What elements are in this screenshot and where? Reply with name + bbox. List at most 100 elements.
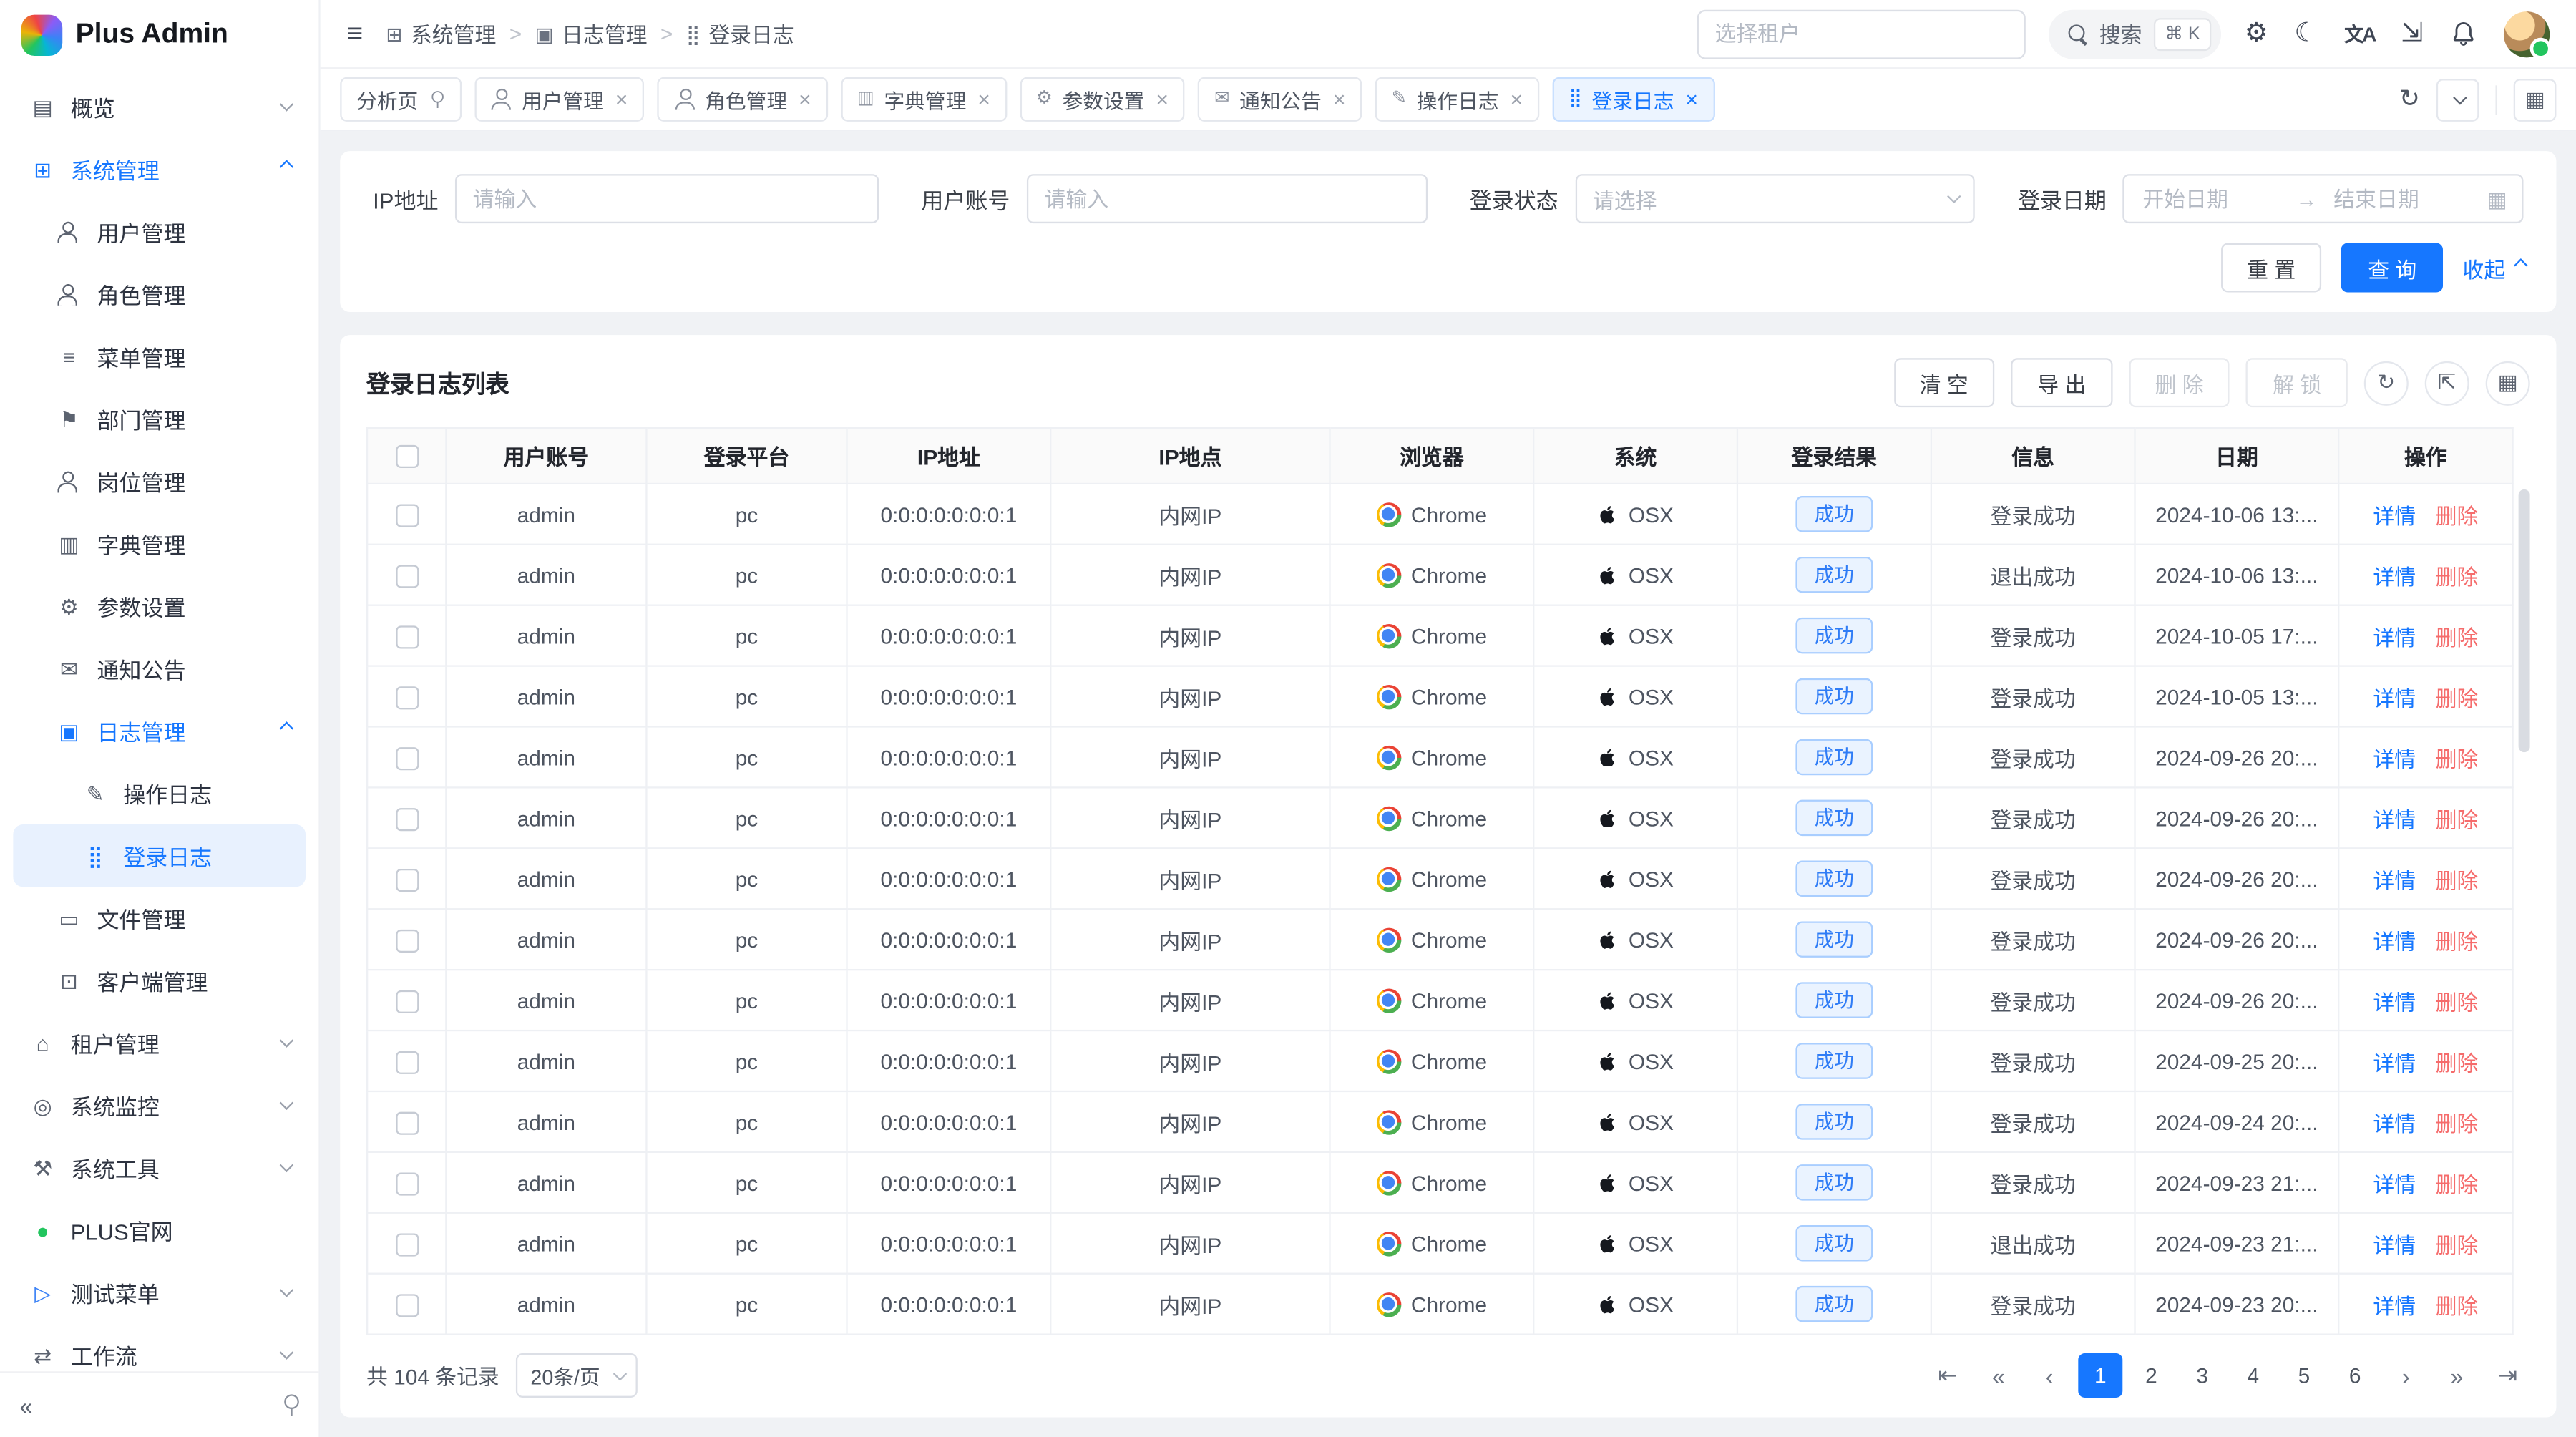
sidebar-item-post-management[interactable]: 岗位管理 — [13, 450, 306, 512]
delete-link[interactable]: 删除 — [2436, 741, 2479, 773]
row-checkbox[interactable] — [395, 1233, 418, 1256]
page-button-3[interactable]: 3 — [2180, 1353, 2225, 1398]
unlock-button[interactable]: 解 锁 — [2246, 358, 2347, 407]
first-page-button[interactable]: ⇤ — [1926, 1353, 1970, 1398]
pin-icon[interactable] — [283, 1393, 299, 1416]
sidebar-item-menu-management[interactable]: ≡ 菜单管理 — [13, 325, 306, 387]
row-checkbox[interactable] — [395, 1051, 418, 1073]
layout-toggle-button[interactable]: ▦ — [2514, 78, 2557, 121]
detail-link[interactable]: 详情 — [2373, 1167, 2416, 1199]
sidebar-item-file-management[interactable]: ▭ 文件管理 — [13, 887, 306, 949]
page-button-4[interactable]: 4 — [2231, 1353, 2275, 1398]
date-range-picker[interactable]: → ▦ — [2123, 174, 2524, 223]
tabs-dropdown-button[interactable] — [2436, 78, 2479, 121]
delete-link[interactable]: 删除 — [2436, 863, 2479, 895]
pin-icon[interactable] — [429, 90, 442, 109]
delete-link[interactable]: 删除 — [2436, 681, 2479, 712]
detail-link[interactable]: 详情 — [2373, 620, 2416, 651]
sidebar-item-user-management[interactable]: 用户管理 — [13, 200, 306, 263]
sidebar-item-tenant-management[interactable]: ⌂ 租户管理 — [13, 1012, 306, 1074]
tab-operation-log[interactable]: ✎ 操作日志 × — [1375, 77, 1539, 122]
row-checkbox[interactable] — [395, 625, 418, 648]
sidebar-item-notice[interactable]: ✉ 通知公告 — [13, 637, 306, 699]
detail-link[interactable]: 详情 — [2373, 499, 2416, 530]
column-settings-icon[interactable]: ▦ — [2486, 361, 2530, 405]
fullscreen-icon[interactable]: ⇲ — [2401, 21, 2424, 47]
reset-button[interactable]: 重 置 — [2220, 243, 2321, 293]
page-button-5[interactable]: 5 — [2282, 1353, 2326, 1398]
row-checkbox[interactable] — [395, 1111, 418, 1134]
account-input[interactable] — [1026, 174, 1427, 223]
close-icon[interactable]: × — [977, 89, 990, 110]
delete-button[interactable]: 删 除 — [2129, 358, 2230, 407]
select-all-checkbox[interactable] — [395, 446, 418, 469]
row-checkbox[interactable] — [395, 504, 418, 527]
page-size-select[interactable]: 20条/页 — [516, 1353, 638, 1398]
sidebar-item-test-menu[interactable]: ▷ 测试菜单 — [13, 1261, 306, 1323]
sidebar-item-system-management[interactable]: ⊞ 系统管理 — [13, 138, 306, 200]
page-button-1[interactable]: 1 — [2078, 1353, 2122, 1398]
delete-link[interactable]: 删除 — [2436, 1167, 2479, 1199]
tab-login-log[interactable]: ⣿ 登录日志 × — [1552, 77, 1714, 122]
delete-link[interactable]: 删除 — [2436, 802, 2479, 834]
sidebar-item-workflow[interactable]: ⇄ 工作流 — [13, 1324, 306, 1372]
dark-mode-icon[interactable]: ☾ — [2294, 21, 2318, 47]
collapse-filters-link[interactable]: 收起 — [2463, 252, 2524, 283]
sidebar-item-param-settings[interactable]: ⚙ 参数设置 — [13, 575, 306, 637]
start-date-input[interactable] — [2140, 185, 2283, 213]
delete-link[interactable]: 删除 — [2436, 1227, 2479, 1259]
close-icon[interactable]: × — [1333, 89, 1345, 110]
delete-link[interactable]: 删除 — [2436, 1106, 2479, 1138]
ip-input[interactable] — [454, 174, 878, 223]
avatar[interactable] — [2504, 11, 2550, 57]
row-checkbox[interactable] — [395, 808, 418, 831]
row-checkbox[interactable] — [395, 1294, 418, 1317]
detail-link[interactable]: 详情 — [2373, 1046, 2416, 1077]
sidebar-item-plus-website[interactable]: ● PLUS官网 — [13, 1199, 306, 1261]
clear-button[interactable]: 清 空 — [1893, 358, 1994, 407]
breadcrumb-item[interactable]: ⣿ 登录日志 — [686, 18, 794, 49]
detail-link[interactable]: 详情 — [2373, 1288, 2416, 1320]
tenant-select-input[interactable] — [1697, 9, 2025, 59]
row-checkbox[interactable] — [395, 747, 418, 770]
tab-dict-management[interactable]: ▥ 字典管理 × — [841, 77, 1007, 122]
row-checkbox[interactable] — [395, 990, 418, 1013]
close-icon[interactable]: × — [799, 89, 811, 110]
close-icon[interactable]: × — [615, 89, 628, 110]
sidebar-item-system-monitor[interactable]: ◎ 系统监控 — [13, 1074, 306, 1136]
tab-param-settings[interactable]: ⚙ 参数设置 × — [1020, 77, 1185, 122]
query-button[interactable]: 查 询 — [2341, 243, 2442, 293]
detail-link[interactable]: 详情 — [2373, 559, 2416, 590]
refresh-icon[interactable]: ↻ — [2364, 361, 2409, 405]
end-date-input[interactable] — [2331, 185, 2474, 213]
sidebar-item-dept-management[interactable]: ⚑ 部门管理 — [13, 388, 306, 450]
close-icon[interactable]: × — [1156, 89, 1168, 110]
sidebar-item-system-tools[interactable]: ⚒ 系统工具 — [13, 1136, 306, 1199]
delete-link[interactable]: 删除 — [2436, 1288, 2479, 1320]
delete-link[interactable]: 删除 — [2436, 924, 2479, 955]
tab-notice[interactable]: ✉ 通知公告 × — [1198, 77, 1362, 122]
page-button-2[interactable]: 2 — [2129, 1353, 2173, 1398]
sidebar-item-overview[interactable]: ▤ 概览 — [13, 76, 306, 138]
breadcrumb-item[interactable]: ▣ 日志管理 — [535, 18, 648, 49]
expand-icon[interactable]: ⇱ — [2425, 361, 2469, 405]
delete-link[interactable]: 删除 — [2436, 620, 2479, 651]
detail-link[interactable]: 详情 — [2373, 1227, 2416, 1259]
sidebar-item-login-log[interactable]: ⣿ 登录日志 — [13, 824, 306, 887]
breadcrumb-item[interactable]: ⊞ 系统管理 — [386, 18, 496, 49]
hamburger-icon[interactable]: ≡ — [346, 20, 363, 48]
sidebar-item-client-management[interactable]: ⊡ 客户端管理 — [13, 949, 306, 1011]
delete-link[interactable]: 删除 — [2436, 499, 2479, 530]
page-button-6[interactable]: 6 — [2333, 1353, 2377, 1398]
export-button[interactable]: 导 出 — [2011, 358, 2112, 407]
detail-link[interactable]: 详情 — [2373, 741, 2416, 773]
gear-icon[interactable]: ⚙ — [2245, 21, 2268, 47]
row-checkbox[interactable] — [395, 686, 418, 709]
sidebar-item-operation-log[interactable]: ✎ 操作日志 — [13, 762, 306, 824]
delete-link[interactable]: 删除 — [2436, 559, 2479, 590]
scrollbar-thumb[interactable] — [2519, 489, 2530, 752]
tab-role-management[interactable]: 角色管理 × — [658, 77, 828, 122]
delete-link[interactable]: 删除 — [2436, 1046, 2479, 1077]
tab-user-management[interactable]: 用户管理 × — [474, 77, 644, 122]
row-checkbox[interactable] — [395, 1172, 418, 1195]
